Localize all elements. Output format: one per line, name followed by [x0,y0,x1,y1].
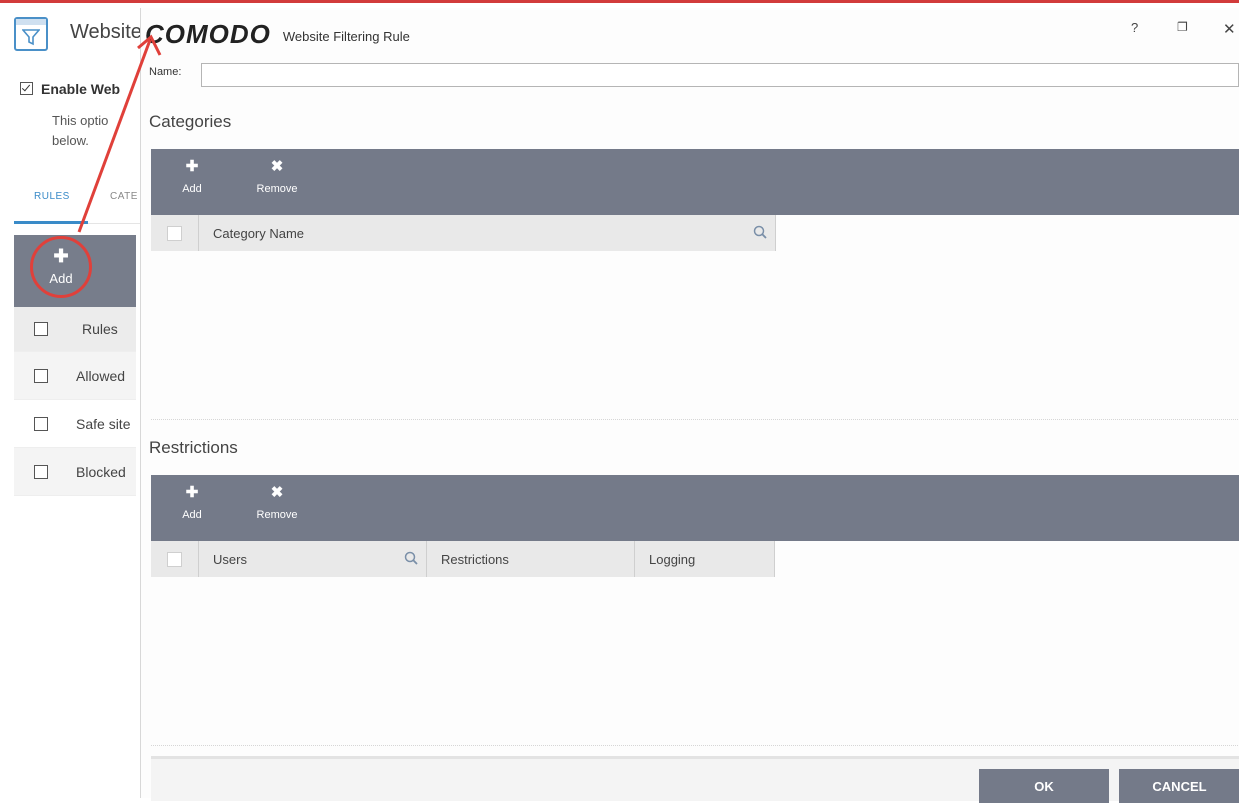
annotation-arrow [77,34,162,233]
